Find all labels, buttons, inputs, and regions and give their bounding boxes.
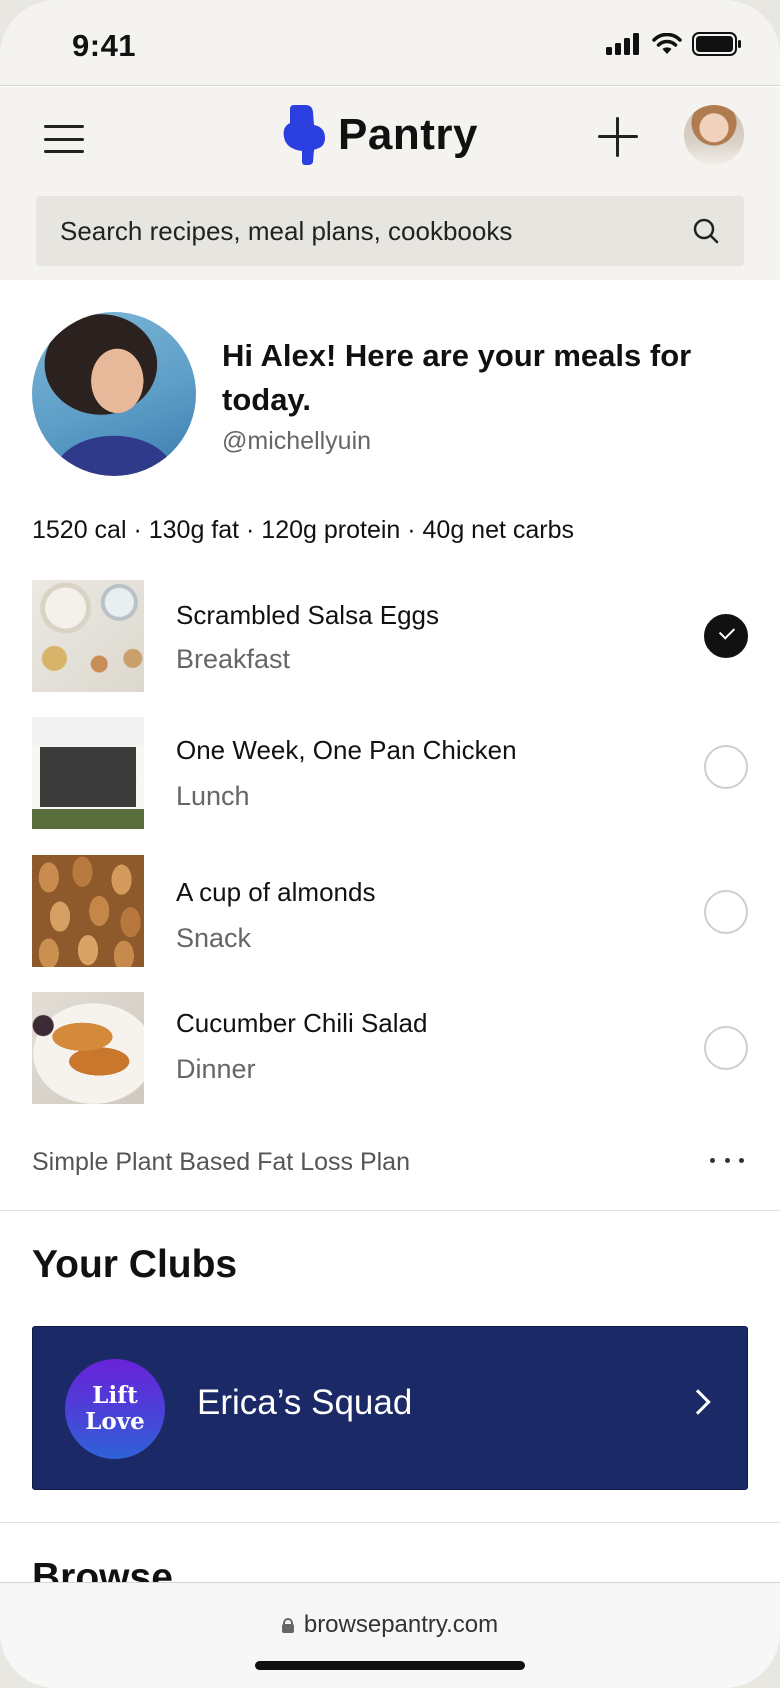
meal-item-breakfast[interactable]: Scrambled Salsa Eggs Breakfast: [32, 580, 748, 692]
section-divider: [0, 1522, 780, 1523]
app-header: Pantry Search recipes, meal plans, cookb…: [0, 87, 780, 280]
macros-summary: 1520 cal · 130g fat · 120g protein · 40g…: [32, 516, 575, 544]
status-bar: 9:41: [0, 0, 780, 86]
meal-item-snack[interactable]: A cup of almonds Snack: [32, 855, 748, 967]
meal-type: Dinner: [176, 1054, 256, 1084]
club-card[interactable]: Lift Love Erica’s Squad: [32, 1326, 748, 1490]
section-divider: [0, 1210, 780, 1211]
meal-name: One Week, One Pan Chicken: [176, 735, 517, 765]
greeting-title: Hi Alex! Here are your meals for today.: [222, 338, 692, 417]
add-icon[interactable]: [598, 117, 638, 157]
meal-thumbnail: [32, 580, 144, 692]
lock-icon: [281, 1617, 294, 1633]
meal-thumbnail: [32, 992, 144, 1104]
club-badge-line1: Lift: [92, 1382, 138, 1409]
cellular-signal-icon: [606, 33, 639, 55]
club-name: Erica’s Squad: [197, 1383, 413, 1422]
meal-thumbnail: [32, 855, 144, 967]
status-icons: [606, 32, 742, 56]
coach-handle[interactable]: @michellyuin: [222, 427, 371, 456]
meal-thumbnail: [32, 717, 144, 829]
browser-address-bar: browsepantry.com: [0, 1582, 780, 1688]
meal-name: A cup of almonds: [176, 877, 376, 907]
meal-plan-name[interactable]: Simple Plant Based Fat Loss Plan: [32, 1148, 410, 1177]
user-avatar[interactable]: [684, 105, 744, 165]
coach-avatar[interactable]: [32, 312, 196, 476]
phone-screen: 9:41 Pantry Search recipes, meal plans, …: [0, 0, 780, 1688]
meal-checkbox[interactable]: [704, 745, 748, 789]
meal-item-lunch[interactable]: One Week, One Pan Chicken Lunch: [32, 717, 748, 829]
meal-type: Snack: [176, 923, 252, 953]
meal-name: Scrambled Salsa Eggs: [176, 600, 440, 630]
url-text: browsepantry.com: [303, 1611, 499, 1638]
meal-type: Lunch: [176, 781, 250, 811]
search-input[interactable]: Search recipes, meal plans, cookbooks: [36, 196, 744, 266]
clubs-section-title: Your Clubs: [32, 1243, 238, 1286]
meal-type: Breakfast: [176, 644, 291, 674]
club-badge: Lift Love: [65, 1359, 165, 1459]
chevron-right-icon: [685, 1389, 711, 1415]
app-name: Pantry: [338, 110, 478, 159]
meal-item-dinner[interactable]: Cucumber Chili Salad Dinner: [32, 992, 748, 1104]
search-icon[interactable]: [692, 217, 720, 245]
meal-checkbox[interactable]: [704, 1026, 748, 1070]
search-placeholder: Search recipes, meal plans, cookbooks: [60, 215, 513, 246]
url-field[interactable]: browsepantry.com: [0, 1611, 780, 1639]
app-logo[interactable]: Pantry: [282, 105, 478, 165]
battery-icon: [692, 32, 741, 56]
more-options-icon[interactable]: [710, 1148, 744, 1172]
hamburger-menu-icon[interactable]: [44, 121, 84, 157]
meal-name: Cucumber Chili Salad: [176, 1008, 428, 1038]
meal-checkbox[interactable]: [704, 890, 748, 934]
status-time: 9:41: [72, 28, 137, 63]
wifi-icon: [652, 33, 682, 54]
meal-checked-icon[interactable]: [704, 614, 748, 658]
club-badge-line2: Love: [85, 1408, 145, 1435]
pantry-logo-icon: [283, 105, 325, 165]
home-indicator[interactable]: [255, 1661, 525, 1670]
